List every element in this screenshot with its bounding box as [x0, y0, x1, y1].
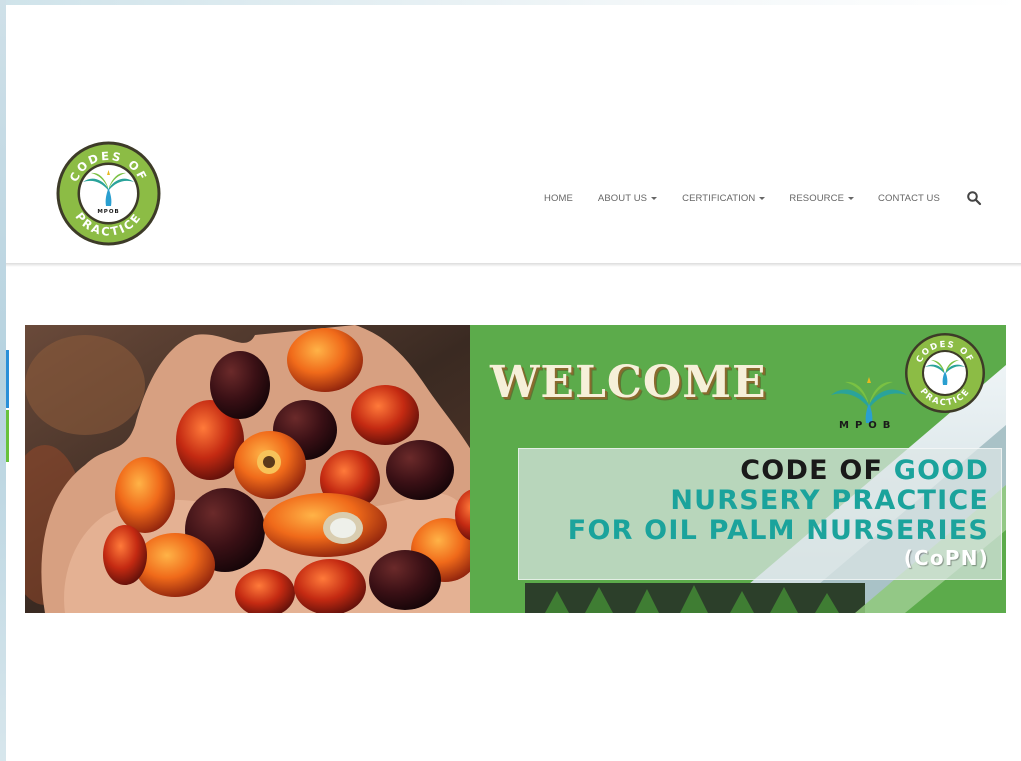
banner-title-line-3: FOR OIL PALM NURSERIES: [567, 515, 989, 546]
nav-home[interactable]: HOME: [544, 193, 573, 204]
nav-resource-label: RESOURCE: [789, 192, 845, 204]
chevron-down-icon: [651, 196, 658, 200]
header-divider: [6, 263, 1021, 267]
nav-contact-us[interactable]: CONTACT US: [878, 193, 940, 204]
edge-accent-green: [6, 410, 9, 462]
site-logo[interactable]: CODES OF PRACTICE MPOB: [55, 140, 162, 247]
nav-about-us-label: ABOUT US: [597, 192, 648, 204]
banner-title-line-4: (CoPN): [903, 546, 989, 570]
nav-certification[interactable]: CERTIFICATION: [682, 192, 766, 204]
welcome-heading: WELCOME: [490, 357, 767, 408]
edge-accent-blue: [6, 350, 9, 408]
nav-contact-us-label: CONTACT US: [878, 192, 940, 204]
banner-title-line-1: CODE OF GOOD: [740, 455, 989, 486]
title-code-of: CODE OF: [740, 455, 894, 486]
chevron-down-icon: [759, 196, 766, 200]
nav-about-us[interactable]: ABOUT US: [597, 192, 658, 204]
nav-certification-label: CERTIFICATION: [682, 192, 756, 204]
title-good: GOOD: [893, 455, 989, 486]
nav-resource[interactable]: RESOURCE: [789, 192, 855, 204]
page: CODES OF PRACTICE MPOB HOME ABOUT US CER…: [0, 0, 1021, 761]
banner-title-line-2: NURSERY PRACTICE: [670, 485, 989, 516]
mpob-label: MPOB: [839, 420, 897, 431]
banner-title-box: CODE OF GOOD NURSERY PRACTICE FOR OIL PA…: [518, 448, 1002, 580]
nav-home-label: HOME: [544, 192, 573, 204]
main-nav: HOME ABOUT US CERTIFICATION RESOURCE CON…: [530, 190, 982, 206]
search-icon[interactable]: [966, 190, 982, 206]
logo-center-text: MPOB: [97, 209, 119, 215]
chevron-down-icon: [848, 196, 855, 200]
